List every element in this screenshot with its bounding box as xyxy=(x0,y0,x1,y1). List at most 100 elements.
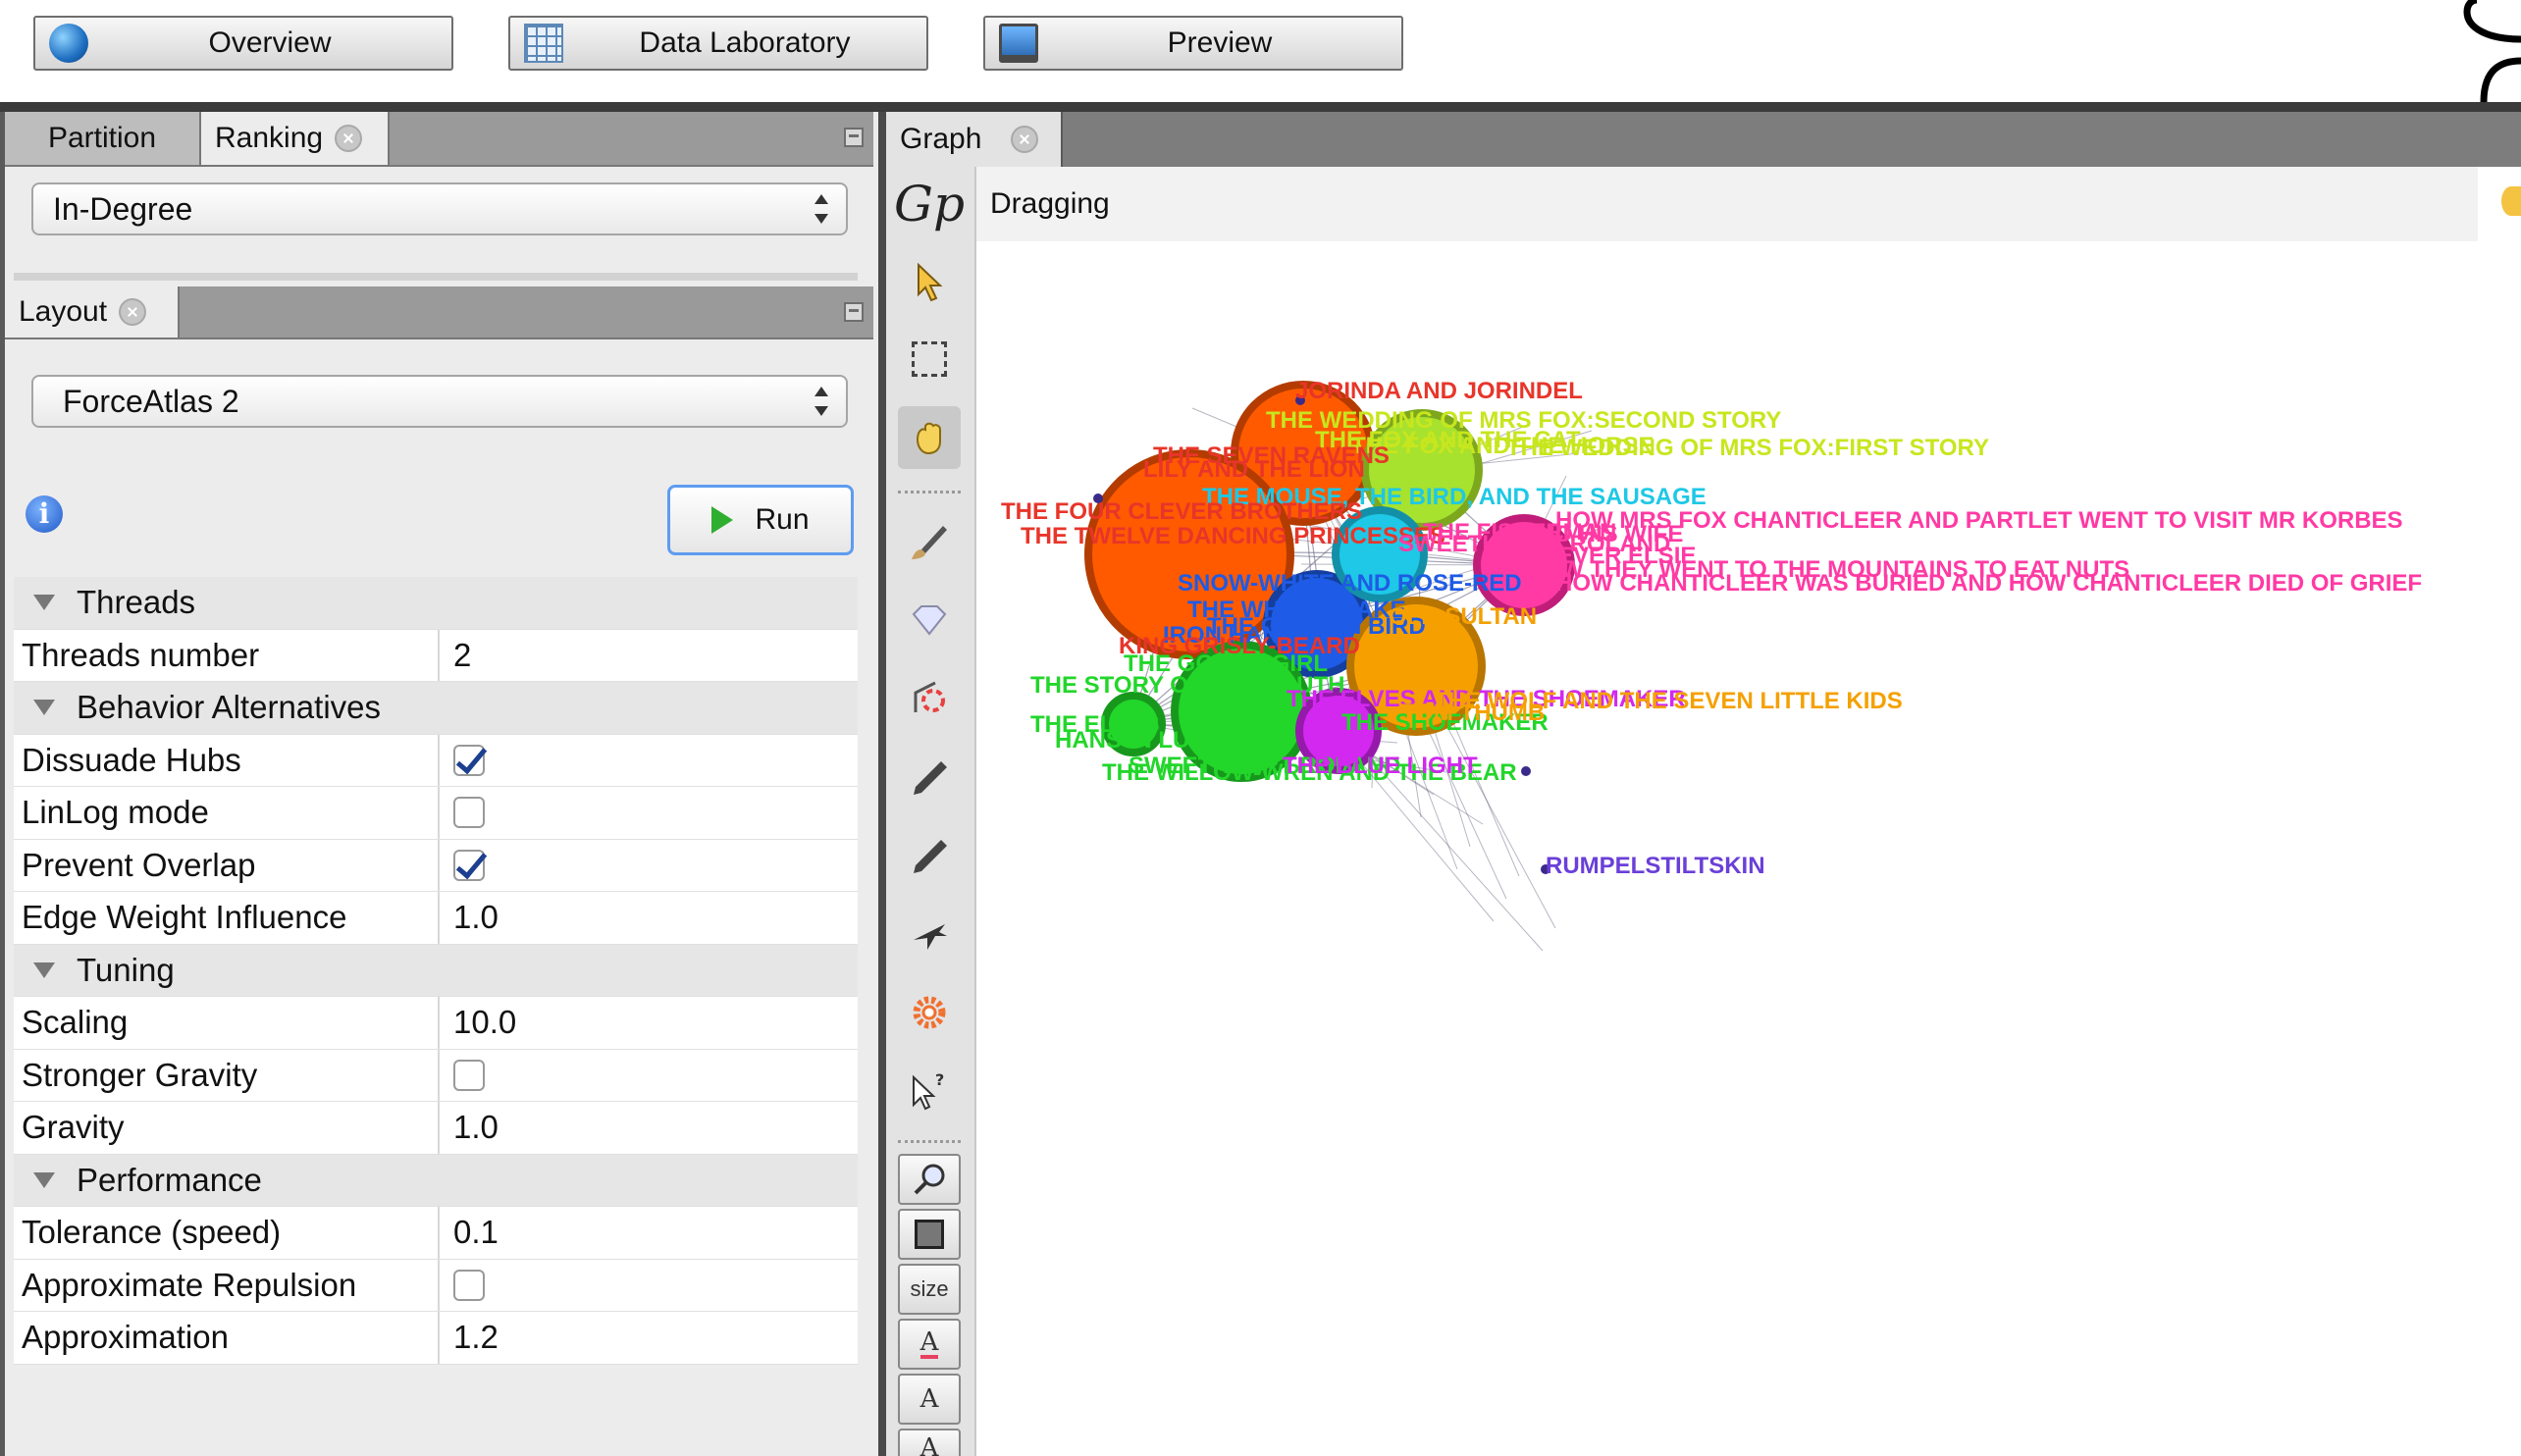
label-color-icon[interactable]: A xyxy=(898,1429,961,1456)
property-row: Edge Weight Influence 1.0 xyxy=(14,892,858,945)
property-value[interactable]: 1.2 xyxy=(440,1319,858,1356)
tab-layout[interactable]: Layout xyxy=(5,286,180,338)
layout-properties-sheet: Threads Threads number 2 Behavior Alternati… xyxy=(14,577,858,1365)
ranking-metric-select[interactable]: In-Degree xyxy=(31,182,848,235)
font-a-label: A xyxy=(919,1433,939,1456)
panel-splitter[interactable] xyxy=(878,112,886,1456)
font-a-label: A xyxy=(919,1327,939,1359)
expand-triangle-icon[interactable] xyxy=(33,595,55,611)
select-arrows-icon xyxy=(814,387,828,416)
property-row: Tolerance (speed) 0.1 xyxy=(14,1207,858,1260)
property-value-cell[interactable] xyxy=(440,1059,858,1091)
tab-partition[interactable]: Partition xyxy=(5,112,201,165)
svg-text:?: ? xyxy=(935,1070,944,1089)
property-value[interactable]: 10.0 xyxy=(440,1004,858,1041)
property-checkbox[interactable] xyxy=(453,797,485,829)
property-label: Approximation xyxy=(22,1319,229,1356)
property-value-cell[interactable] xyxy=(440,744,858,776)
graph-tools-toolbar: Gp ? size A A A xyxy=(886,167,976,1456)
property-value-cell[interactable] xyxy=(440,1269,858,1301)
overview-button[interactable]: Overview xyxy=(33,16,453,71)
property-checkbox[interactable] xyxy=(453,849,485,881)
minimize-icon[interactable] xyxy=(844,128,864,147)
category-label: Performance xyxy=(77,1161,262,1198)
globe-icon xyxy=(49,24,88,63)
preview-button[interactable]: Preview xyxy=(983,16,1403,71)
brush-icon[interactable] xyxy=(898,510,961,573)
minimize-icon[interactable] xyxy=(844,302,864,322)
run-button[interactable]: Run xyxy=(667,485,854,555)
property-value[interactable]: 0.1 xyxy=(440,1214,858,1251)
node-label: THE TWELVE DANCING PRINCESSES xyxy=(1021,523,1445,549)
size-label: size xyxy=(910,1276,949,1301)
help-pointer-icon[interactable]: ? xyxy=(898,1060,961,1122)
heatmap-icon[interactable] xyxy=(898,667,961,730)
toolbar-separator xyxy=(898,491,961,494)
property-row: Threads number 2 xyxy=(14,629,858,682)
property-row: Approximation 1.2 xyxy=(14,1312,858,1365)
property-category[interactable]: Threads xyxy=(14,577,858,630)
property-row: Approximate Repulsion xyxy=(14,1259,858,1312)
tab-layout-label: Layout xyxy=(19,295,108,328)
zoom-icon[interactable] xyxy=(898,1154,961,1205)
property-checkbox[interactable] xyxy=(453,744,485,776)
rectangle-select-icon[interactable] xyxy=(898,328,961,390)
size-button[interactable]: size xyxy=(898,1264,961,1315)
property-row: Scaling 10.0 xyxy=(14,997,858,1050)
select-arrows-icon xyxy=(814,194,828,224)
expand-triangle-icon[interactable] xyxy=(33,1171,55,1188)
tab-graph[interactable]: Graph xyxy=(886,112,1063,167)
property-value-cell[interactable] xyxy=(440,849,858,881)
node-label: JORINDA AND JORINDEL xyxy=(1295,378,1583,404)
preview-label: Preview xyxy=(1167,26,1273,59)
node-label: THE BLUE LIGHT xyxy=(1283,753,1478,779)
layout-algorithm-value: ForceAtlas 2 xyxy=(63,383,239,419)
data-laboratory-label: Data Laboratory xyxy=(639,26,851,59)
graph-labels: JORINDA AND JORINDEL THE WEDDING OF MRS F… xyxy=(1001,378,2422,879)
label-font-icon[interactable]: A xyxy=(898,1319,961,1370)
category-label: Behavior Alternatives xyxy=(77,689,382,726)
select-pointer-icon[interactable] xyxy=(898,251,961,314)
property-category[interactable]: Behavior Alternatives xyxy=(14,682,858,735)
property-row: Prevent Overlap xyxy=(14,839,858,892)
node-label: TOM THUMB xyxy=(1401,700,1545,726)
property-label: Dissuade Hubs xyxy=(22,741,241,778)
property-checkbox[interactable] xyxy=(453,1059,485,1091)
layout-tabstrip: Layout xyxy=(5,286,873,339)
close-icon[interactable] xyxy=(1011,126,1039,153)
property-value[interactable]: 1.0 xyxy=(440,899,858,936)
graph-canvas[interactable]: JORINDA AND JORINDEL THE WEDDING OF MRS F… xyxy=(976,241,2521,1456)
close-icon[interactable] xyxy=(335,125,363,152)
shortest-path-icon[interactable] xyxy=(898,903,961,965)
property-value[interactable]: 2 xyxy=(440,637,858,674)
background-color-icon[interactable] xyxy=(898,1209,961,1260)
diamond-icon[interactable] xyxy=(898,589,961,651)
drag-hand-icon[interactable] xyxy=(898,406,961,469)
info-icon[interactable]: i xyxy=(26,495,63,533)
label-size-icon[interactable]: A xyxy=(898,1374,961,1425)
tab-ranking-label: Ranking xyxy=(215,122,324,154)
data-laboratory-button[interactable]: Data Laboratory xyxy=(508,16,928,71)
property-category[interactable]: Performance xyxy=(14,1154,858,1207)
property-label: Gravity xyxy=(22,1109,125,1146)
tab-ranking[interactable]: Ranking xyxy=(201,112,390,165)
pencil-edge-icon[interactable] xyxy=(898,824,961,887)
node-label: HOW CHANTICLEER WAS BURIED AND HOW CHANT… xyxy=(1555,570,2422,597)
property-checkbox[interactable] xyxy=(453,1269,485,1301)
settings-cog-icon[interactable] xyxy=(898,981,961,1044)
graph-visualization[interactable]: JORINDA AND JORINDEL THE WEDDING OF MRS F… xyxy=(976,241,2521,1456)
lightbulb-icon[interactable] xyxy=(2501,186,2521,216)
property-row: Gravity 1.0 xyxy=(14,1102,858,1155)
property-value[interactable]: 1.0 xyxy=(440,1109,858,1146)
graph-leaf-node[interactable] xyxy=(1521,766,1531,776)
pencil-node-icon[interactable] xyxy=(898,746,961,808)
layout-algorithm-select[interactable]: ForceAtlas 2 xyxy=(31,375,848,428)
expand-triangle-icon[interactable] xyxy=(33,700,55,716)
graph-tabstrip: Graph xyxy=(886,112,2521,167)
close-icon[interactable] xyxy=(119,298,147,326)
expand-triangle-icon[interactable] xyxy=(33,962,55,978)
property-value-cell[interactable] xyxy=(440,797,858,829)
tab-graph-label: Graph xyxy=(900,123,982,155)
property-category[interactable]: Tuning xyxy=(14,944,858,997)
property-label: Stronger Gravity xyxy=(22,1056,258,1093)
